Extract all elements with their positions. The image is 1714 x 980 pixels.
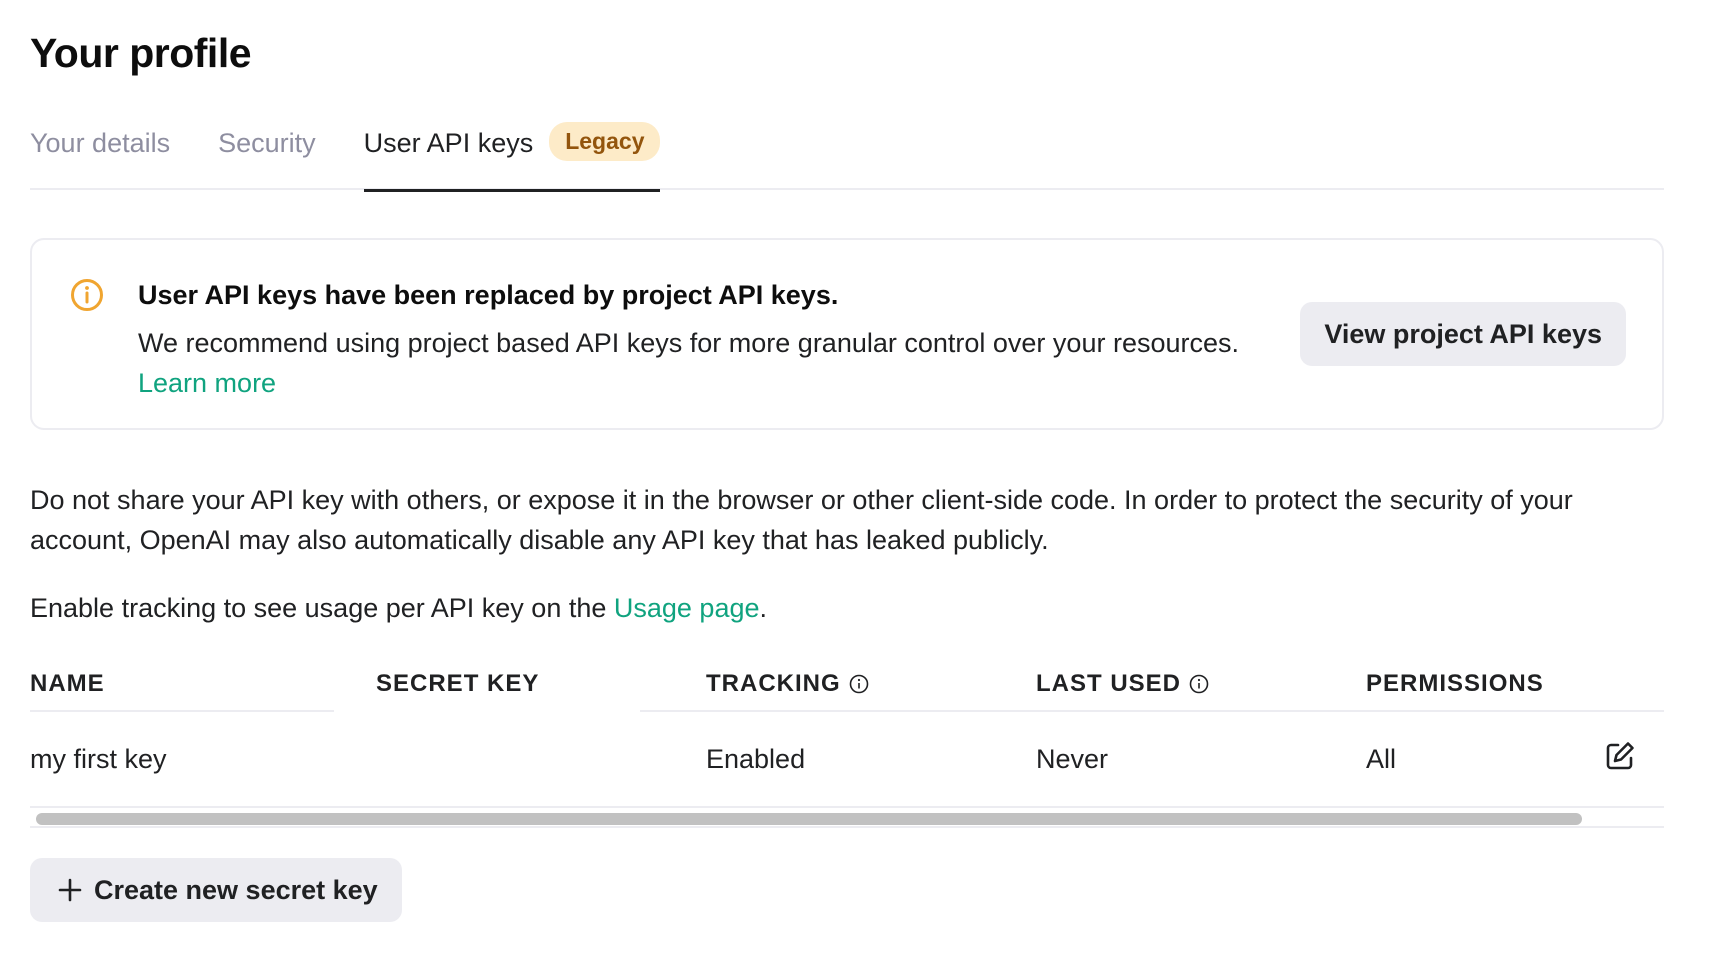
- tab-user-api-keys[interactable]: User API keys Legacy: [363, 120, 661, 192]
- permissions-cell: All: [1366, 744, 1397, 774]
- column-header-secret-key: SECRET KEY: [376, 670, 539, 698]
- profile-page: Your profile Your details Security User …: [0, 0, 1714, 980]
- column-header-label: PERMISSIONS: [1366, 670, 1544, 697]
- security-warning-text: Do not share your API key with others, o…: [30, 485, 1573, 555]
- tracking-hint: Enable tracking to see usage per API key…: [30, 588, 1670, 628]
- column-header-label: NAME: [30, 670, 105, 697]
- key-name-cell: my first key: [30, 744, 167, 774]
- horizontal-scrollbar[interactable]: [30, 808, 1664, 828]
- tab-label: Your details: [30, 128, 171, 158]
- info-circle-icon: [71, 279, 103, 311]
- tracking-hint-period: .: [759, 593, 768, 623]
- tab-security[interactable]: Security: [218, 120, 316, 190]
- profile-tabs: Your details Security User API keys Lega…: [30, 120, 1664, 192]
- notice-body: We recommend using project based API key…: [138, 328, 1240, 358]
- tracking-hint-text: Enable tracking to see usage per API key…: [30, 593, 614, 623]
- notice-heading: User API keys have been replaced by proj…: [138, 280, 839, 310]
- column-header-tracking: TRACKING: [706, 670, 869, 698]
- deprecation-notice: User API keys have been replaced by proj…: [30, 238, 1664, 430]
- view-project-api-keys-button[interactable]: View project API keys: [1300, 302, 1626, 366]
- scrollbar-thumb[interactable]: [36, 813, 1582, 825]
- create-secret-key-label: Create new secret key: [94, 874, 378, 905]
- last-used-cell: Never: [1036, 744, 1109, 774]
- usage-page-link[interactable]: Usage page: [614, 593, 760, 623]
- tab-label: User API keys: [363, 128, 534, 158]
- info-icon[interactable]: [1189, 674, 1209, 694]
- column-header-permissions: PERMISSIONS: [1366, 670, 1544, 698]
- table-header: NAME SECRET KEY TRACKING LAST USED PERMI…: [30, 660, 1664, 712]
- info-icon[interactable]: [849, 674, 869, 694]
- legacy-badge: Legacy: [549, 122, 661, 161]
- tracking-cell: Enabled: [706, 744, 806, 774]
- page-title: Your profile: [30, 30, 252, 76]
- edit-icon[interactable]: [1604, 740, 1636, 772]
- column-header-label: TRACKING: [706, 670, 841, 697]
- table-row: my first key Enabled Never All: [30, 712, 1664, 808]
- column-header-label: SECRET KEY: [376, 670, 540, 697]
- learn-more-link[interactable]: Learn more: [138, 368, 276, 399]
- api-keys-table: NAME SECRET KEY TRACKING LAST USED PERMI…: [30, 660, 1664, 828]
- column-header-name: NAME: [30, 670, 105, 698]
- column-header-label: LAST USED: [1036, 670, 1182, 697]
- tab-label: Security: [218, 128, 316, 158]
- plus-icon: [58, 878, 82, 902]
- tab-your-details[interactable]: Your details: [30, 120, 170, 190]
- create-secret-key-button[interactable]: Create new secret key: [30, 858, 402, 922]
- column-header-last-used: LAST USED: [1036, 670, 1209, 698]
